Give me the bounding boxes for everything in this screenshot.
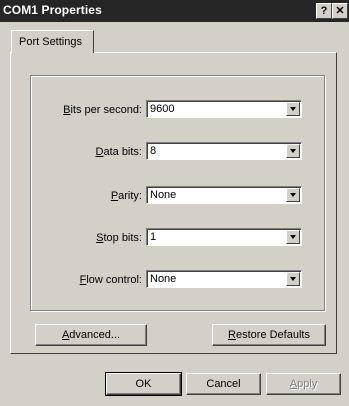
stop-bits-label: Stop bits: — [96, 232, 142, 244]
tab-port-settings[interactable]: Port Settings — [11, 30, 94, 53]
data-bits-select[interactable]: 8 — [146, 142, 302, 160]
window-title: COM1 Properties — [3, 3, 102, 17]
restore-defaults-button[interactable]: Restore Defaults — [212, 324, 326, 346]
data-bits-value: 8 — [150, 145, 157, 157]
apply-button[interactable]: Apply — [266, 373, 341, 395]
chevron-down-icon[interactable] — [286, 102, 300, 116]
cancel-button[interactable]: Cancel — [186, 373, 261, 395]
chevron-down-icon[interactable] — [286, 272, 300, 286]
title-bar[interactable]: COM1 Properties ? ✕ — [0, 0, 349, 22]
ok-button[interactable]: OK — [105, 372, 182, 396]
flow-control-value: None — [150, 273, 177, 285]
bits-per-second-select[interactable]: 9600 — [146, 100, 302, 118]
help-icon[interactable]: ? — [316, 3, 332, 19]
bits-per-second-value: 9600 — [150, 103, 175, 115]
chevron-down-icon[interactable] — [286, 188, 300, 202]
chevron-down-icon[interactable] — [286, 230, 300, 244]
flow-control-label: Flow control: — [79, 274, 142, 286]
parity-value: None — [150, 189, 177, 201]
stop-bits-value: 1 — [150, 231, 157, 243]
parity-label: Parity: — [110, 190, 142, 202]
bits-per-second-label: Bits per second: — [63, 104, 142, 116]
stop-bits-select[interactable]: 1 — [146, 228, 302, 246]
close-icon[interactable]: ✕ — [332, 3, 348, 19]
advanced-button[interactable]: Advanced... — [35, 324, 147, 346]
chevron-down-icon[interactable] — [286, 144, 300, 158]
tab-label: Port Settings — [19, 36, 82, 48]
data-bits-label: Data bits: — [95, 146, 142, 158]
parity-select[interactable]: None — [146, 186, 302, 204]
flow-control-select[interactable]: None — [146, 270, 302, 288]
